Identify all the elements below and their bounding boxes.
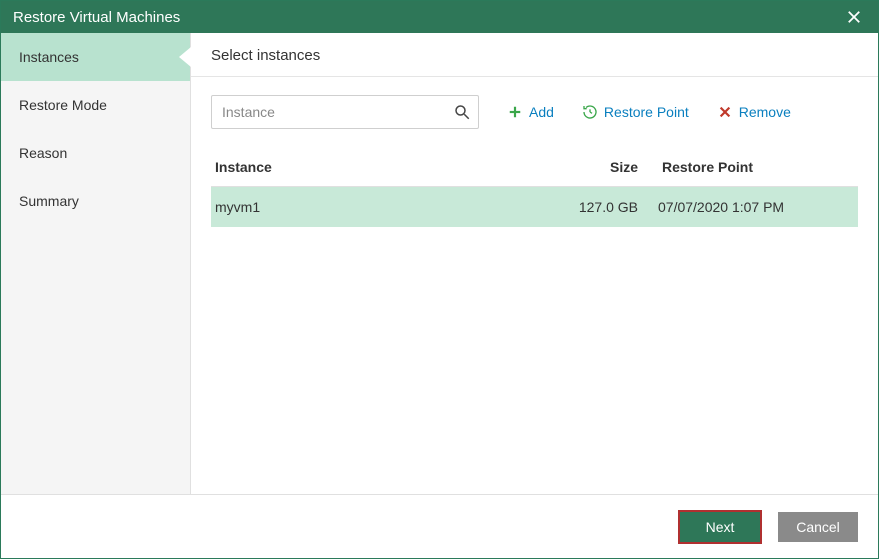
cell-restore-point: 07/07/2020 1:07 PM [658,199,858,215]
cell-instance: myvm1 [211,199,548,215]
restore-point-icon [582,104,598,120]
remove-button[interactable]: Remove [717,104,791,120]
content-pane: Select instances [191,33,878,494]
titlebar: Restore Virtual Machines [1,1,878,33]
cell-size: 127.0 GB [548,199,658,215]
table-header: Instance Size Restore Point [211,147,858,187]
col-instance[interactable]: Instance [211,159,548,175]
sidebar-item-label: Summary [19,193,79,209]
restore-point-label: Restore Point [604,104,689,120]
close-icon [847,10,861,24]
spacer [191,227,878,494]
remove-icon [717,104,733,120]
instances-table: Instance Size Restore Point myvm1 127.0 … [191,147,878,227]
col-size[interactable]: Size [548,159,658,175]
close-button[interactable] [842,5,866,29]
restore-point-button[interactable]: Restore Point [582,104,689,120]
sidebar-item-instances[interactable]: Instances [1,33,190,81]
dialog-body: Instances Restore Mode Reason Summary Se… [1,33,878,494]
wizard-sidebar: Instances Restore Mode Reason Summary [1,33,191,494]
sidebar-item-restore-mode[interactable]: Restore Mode [1,81,190,129]
sidebar-item-summary[interactable]: Summary [1,177,190,225]
dialog-window: Restore Virtual Machines Instances Resto… [0,0,879,559]
dialog-footer: Next Cancel [1,494,878,558]
table-row[interactable]: myvm1 127.0 GB 07/07/2020 1:07 PM [211,187,858,227]
next-button[interactable]: Next [680,512,760,542]
cancel-button[interactable]: Cancel [778,512,858,542]
search-input[interactable] [211,95,479,129]
sidebar-item-label: Reason [19,145,67,161]
col-restore-point[interactable]: Restore Point [658,159,858,175]
add-button[interactable]: Add [507,104,554,120]
remove-label: Remove [739,104,791,120]
search-icon[interactable] [453,103,471,121]
sidebar-item-label: Restore Mode [19,97,107,113]
page-title: Select instances [191,33,878,77]
plus-icon [507,104,523,120]
window-title: Restore Virtual Machines [13,9,180,26]
search-box [211,95,479,129]
add-label: Add [529,104,554,120]
sidebar-item-label: Instances [19,49,79,65]
toolbar: Add Restore Point [191,77,878,147]
sidebar-item-reason[interactable]: Reason [1,129,190,177]
